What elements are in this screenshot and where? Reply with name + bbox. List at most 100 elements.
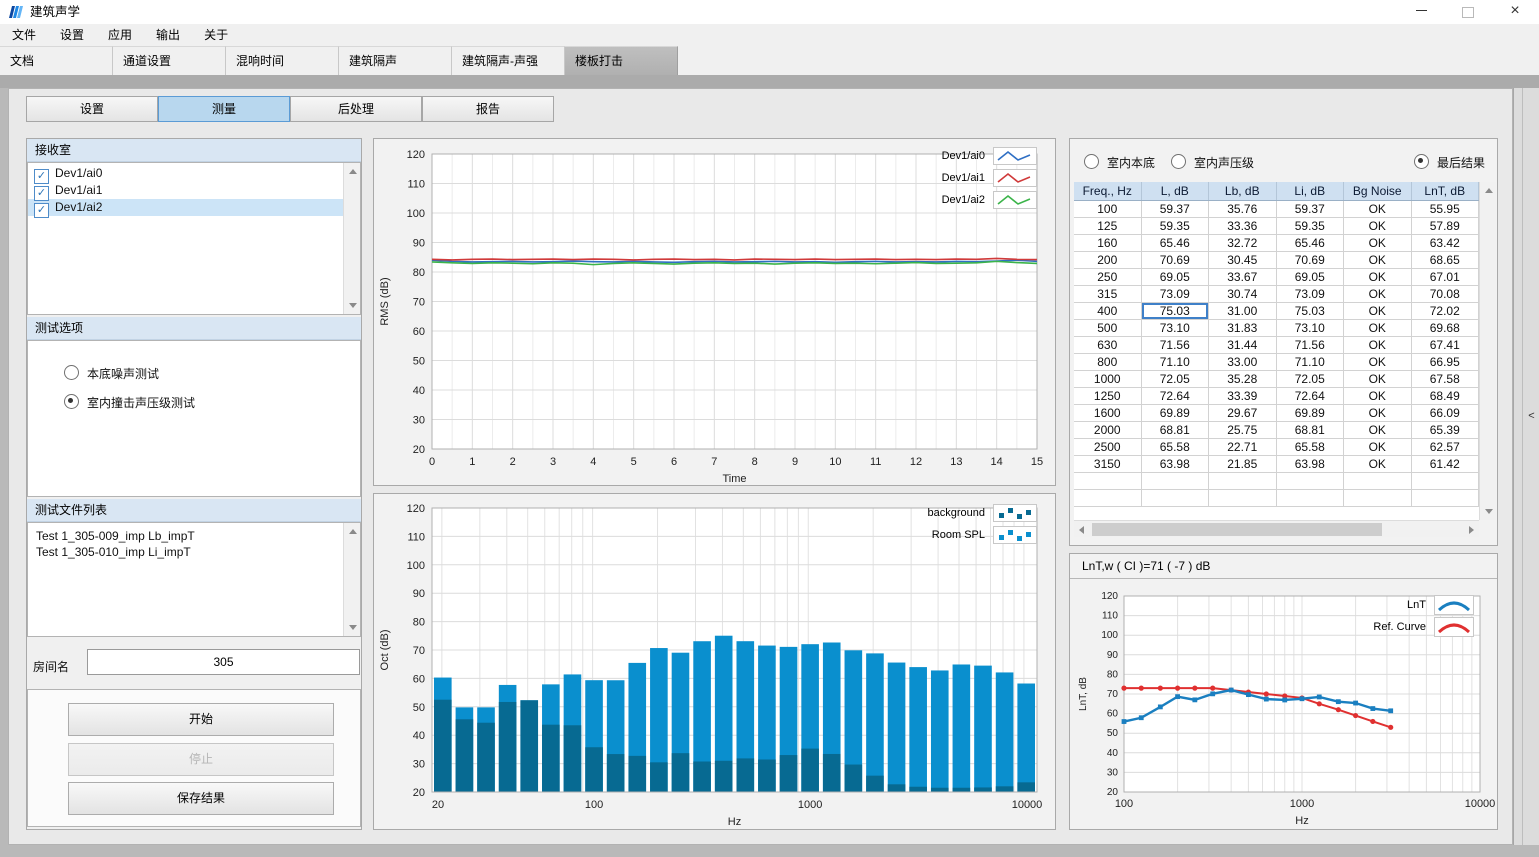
table-cell[interactable]: 2000 bbox=[1074, 422, 1142, 439]
subtab-3[interactable]: 报告 bbox=[422, 96, 554, 122]
table-cell[interactable]: 71.10 bbox=[1277, 354, 1345, 371]
table-cell[interactable]: 70.69 bbox=[1277, 252, 1345, 269]
table-cell[interactable]: 69.89 bbox=[1142, 405, 1210, 422]
table-header-cell[interactable]: Li, dB bbox=[1277, 182, 1345, 200]
tab-5[interactable]: 楼板打击 bbox=[565, 46, 678, 75]
table-cell[interactable]: 65.58 bbox=[1142, 439, 1210, 456]
table-cell[interactable]: 3150 bbox=[1074, 456, 1142, 473]
table-cell[interactable]: 67.01 bbox=[1412, 269, 1480, 286]
minimize-button[interactable] bbox=[1398, 0, 1444, 24]
table-cell[interactable]: 500 bbox=[1074, 320, 1142, 337]
table-cell[interactable]: 69.68 bbox=[1412, 320, 1480, 337]
menu-item-3[interactable]: 输出 bbox=[144, 24, 192, 46]
table-cell[interactable]: OK bbox=[1344, 303, 1412, 320]
table-cell[interactable]: 69.89 bbox=[1277, 405, 1345, 422]
table-row[interactable]: 12559.3533.3659.35OK57.89 bbox=[1074, 218, 1479, 235]
table-cell[interactable]: 75.03 bbox=[1142, 303, 1210, 320]
file-list-scrollbar[interactable] bbox=[343, 523, 360, 636]
table-header-cell[interactable]: Lb, dB bbox=[1209, 182, 1277, 200]
table-cell[interactable]: OK bbox=[1344, 371, 1412, 388]
table-cell[interactable]: 160 bbox=[1074, 235, 1142, 252]
table-header-cell[interactable]: L, dB bbox=[1142, 182, 1210, 200]
table-cell[interactable]: 29.67 bbox=[1209, 405, 1277, 422]
table-cell[interactable]: 125 bbox=[1074, 218, 1142, 235]
table-cell[interactable]: OK bbox=[1344, 388, 1412, 405]
table-cell[interactable]: 57.89 bbox=[1412, 218, 1480, 235]
table-cell[interactable]: 69.05 bbox=[1142, 269, 1210, 286]
table-cell[interactable]: 59.35 bbox=[1277, 218, 1345, 235]
subtab-1[interactable]: 测量 bbox=[158, 96, 290, 122]
start-button[interactable]: 开始 bbox=[68, 703, 334, 736]
table-cell[interactable]: 68.65 bbox=[1412, 252, 1480, 269]
table-row[interactable]: 160069.8929.6769.89OK66.09 bbox=[1074, 405, 1479, 422]
table-cell[interactable]: 70.08 bbox=[1412, 286, 1480, 303]
table-row[interactable]: 20070.6930.4570.69OK68.65 bbox=[1074, 252, 1479, 269]
table-cell[interactable]: 65.58 bbox=[1277, 439, 1345, 456]
table-cell[interactable]: 65.46 bbox=[1142, 235, 1210, 252]
table-cell[interactable]: 800 bbox=[1074, 354, 1142, 371]
table-cell[interactable]: 33.39 bbox=[1209, 388, 1277, 405]
table-cell[interactable]: 315 bbox=[1074, 286, 1142, 303]
table-cell[interactable]: 68.81 bbox=[1142, 422, 1210, 439]
table-cell[interactable]: 67.58 bbox=[1412, 371, 1480, 388]
test-file-item[interactable]: Test 1_305-010_imp Li_impT bbox=[28, 544, 360, 560]
table-cell[interactable]: 33.67 bbox=[1209, 269, 1277, 286]
table-cell[interactable]: 75.03 bbox=[1277, 303, 1345, 320]
table-cell[interactable]: 72.05 bbox=[1277, 371, 1345, 388]
maximize-button[interactable] bbox=[1445, 0, 1491, 24]
table-cell[interactable]: 72.64 bbox=[1142, 388, 1210, 405]
table-cell[interactable]: 2500 bbox=[1074, 439, 1142, 456]
table-cell[interactable]: OK bbox=[1344, 252, 1412, 269]
table-cell[interactable]: 35.28 bbox=[1209, 371, 1277, 388]
test-file-item[interactable]: Test 1_305-009_imp Lb_impT bbox=[28, 528, 360, 544]
table-row[interactable]: 50073.1031.8373.10OK69.68 bbox=[1074, 320, 1479, 337]
table-cell[interactable]: 62.57 bbox=[1412, 439, 1480, 456]
test-option-radio[interactable]: 本底噪声测试 bbox=[64, 365, 360, 382]
view-radio-1[interactable]: 室内声压级 bbox=[1171, 154, 1254, 171]
table-cell[interactable]: OK bbox=[1344, 235, 1412, 252]
table-horizontal-scrollbar[interactable] bbox=[1074, 520, 1479, 537]
table-row[interactable]: 315063.9821.8563.98OK61.42 bbox=[1074, 456, 1479, 473]
table-cell[interactable]: OK bbox=[1344, 201, 1412, 218]
save-results-button[interactable]: 保存结果 bbox=[68, 782, 334, 815]
menu-item-1[interactable]: 设置 bbox=[48, 24, 96, 46]
table-cell[interactable]: OK bbox=[1344, 218, 1412, 235]
table-cell[interactable]: 68.49 bbox=[1412, 388, 1480, 405]
table-cell[interactable]: OK bbox=[1344, 354, 1412, 371]
table-cell[interactable]: 66.09 bbox=[1412, 405, 1480, 422]
subtab-2[interactable]: 后处理 bbox=[290, 96, 422, 122]
table-row[interactable]: 10059.3735.7659.37OK55.95 bbox=[1074, 201, 1479, 218]
table-cell[interactable]: 63.42 bbox=[1412, 235, 1480, 252]
table-cell[interactable]: 200 bbox=[1074, 252, 1142, 269]
view-radio-2[interactable]: 最后结果 bbox=[1414, 154, 1485, 171]
table-cell[interactable]: 63.98 bbox=[1277, 456, 1345, 473]
test-option-radio[interactable]: 室内撞击声压级测试 bbox=[64, 394, 360, 411]
menu-item-0[interactable]: 文件 bbox=[0, 24, 48, 46]
table-cell[interactable]: 59.35 bbox=[1142, 218, 1210, 235]
table-cell[interactable]: 1600 bbox=[1074, 405, 1142, 422]
table-cell[interactable]: 72.05 bbox=[1142, 371, 1210, 388]
table-cell[interactable]: 69.05 bbox=[1277, 269, 1345, 286]
table-cell[interactable]: 65.46 bbox=[1277, 235, 1345, 252]
table-cell[interactable]: 30.74 bbox=[1209, 286, 1277, 303]
table-cell[interactable]: 35.76 bbox=[1209, 201, 1277, 218]
collapse-panel-button[interactable]: < bbox=[1523, 396, 1539, 436]
channel-list-item[interactable]: ✓Dev1/ai2 bbox=[28, 199, 360, 216]
table-cell[interactable]: OK bbox=[1344, 269, 1412, 286]
tab-0[interactable]: 文档 bbox=[0, 46, 113, 75]
tab-3[interactable]: 建筑隔声 bbox=[339, 46, 452, 75]
table-cell[interactable]: OK bbox=[1344, 439, 1412, 456]
table-cell[interactable]: 30.45 bbox=[1209, 252, 1277, 269]
table-cell[interactable]: 32.72 bbox=[1209, 235, 1277, 252]
table-cell[interactable]: 400 bbox=[1074, 303, 1142, 320]
table-cell[interactable]: 22.71 bbox=[1209, 439, 1277, 456]
tab-1[interactable]: 通道设置 bbox=[113, 46, 226, 75]
table-cell[interactable]: 55.95 bbox=[1412, 201, 1480, 218]
table-cell[interactable]: 71.56 bbox=[1142, 337, 1210, 354]
table-cell[interactable]: 31.83 bbox=[1209, 320, 1277, 337]
table-cell[interactable]: 31.00 bbox=[1209, 303, 1277, 320]
view-radio-0[interactable]: 室内本底 bbox=[1084, 154, 1155, 171]
table-cell[interactable]: 72.64 bbox=[1277, 388, 1345, 405]
menu-item-4[interactable]: 关于 bbox=[192, 24, 240, 46]
table-row[interactable]: 100072.0535.2872.05OK67.58 bbox=[1074, 371, 1479, 388]
